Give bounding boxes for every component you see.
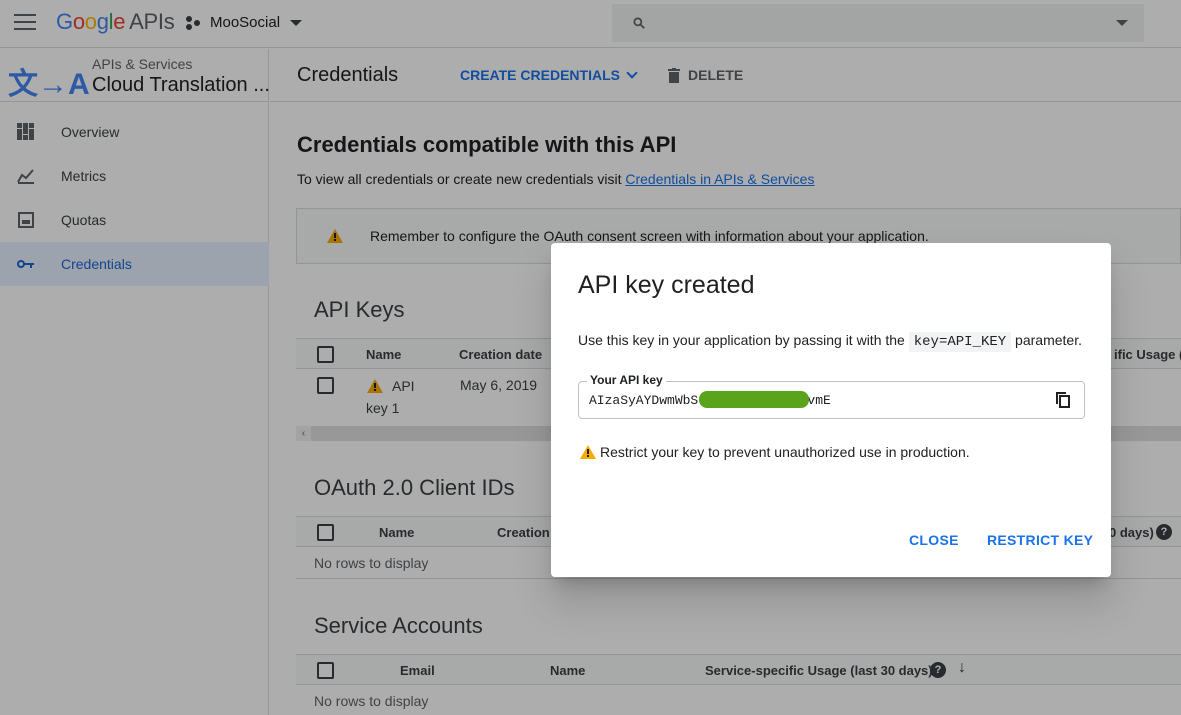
desc-after: parameter. (1011, 332, 1082, 348)
restrict-warning-text: Restrict your key to prevent unauthorize… (600, 444, 970, 460)
dialog-description: Use this key in your application by pass… (578, 332, 1082, 352)
close-button[interactable]: CLOSE (909, 532, 959, 548)
redaction-mark (699, 391, 809, 408)
copy-icon[interactable] (1056, 392, 1070, 408)
restrict-key-button[interactable]: RESTRICT KEY (987, 532, 1093, 548)
dialog-title: API key created (578, 271, 755, 299)
desc-before: Use this key in your application by pass… (578, 332, 909, 348)
api-key-field[interactable]: Your API key AIzaSyAYDwmWbS QJ25QXvXwCnx… (578, 373, 1085, 419)
api-key-created-dialog: API key created Use this key in your app… (551, 243, 1111, 577)
api-key-label: Your API key (587, 373, 666, 387)
warning-icon (580, 445, 596, 459)
desc-code: key=API_KEY (908, 332, 1012, 352)
